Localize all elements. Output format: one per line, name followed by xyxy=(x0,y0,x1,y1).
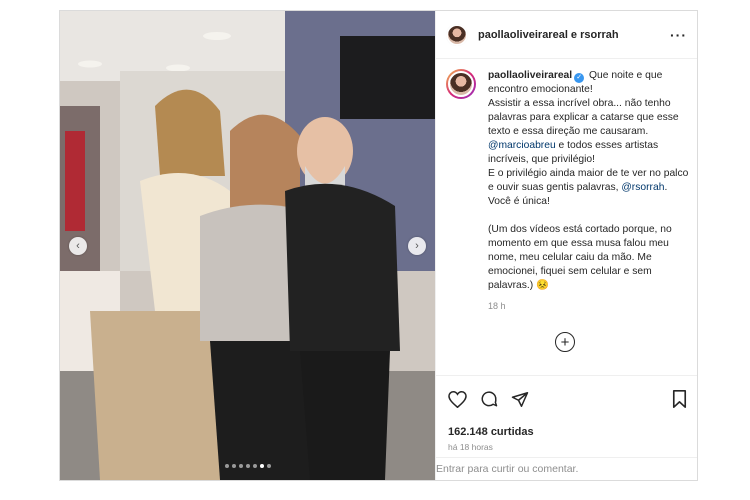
heart-icon[interactable] xyxy=(448,390,467,408)
caption-username[interactable]: paollaoliveirareal xyxy=(488,70,572,81)
comment-icon[interactable] xyxy=(480,390,498,408)
caption-text: paollaoliveirareal ✓ Que noite e que enco… xyxy=(488,69,689,313)
carousel-next-button[interactable]: › xyxy=(408,237,426,255)
carousel-dot xyxy=(238,464,243,468)
login-prompt-text: para curtir ou comentar. xyxy=(464,463,579,475)
carousel-dot xyxy=(252,464,257,468)
login-prompt: Entrar para curtir ou comentar. xyxy=(436,457,697,480)
caption-avatar[interactable] xyxy=(446,69,476,99)
chevron-left-icon: ‹ xyxy=(76,240,80,252)
carousel-dot xyxy=(259,464,264,468)
carousel-dot xyxy=(224,464,229,468)
post-photo[interactable]: ‹ › xyxy=(60,11,435,480)
caption: paollaoliveirareal ✓ Que noite e que enco… xyxy=(446,69,689,313)
caption-paragraph-2: (Um dos vídeos está cortado porque, no m… xyxy=(488,224,672,291)
plus-circle-icon[interactable]: + xyxy=(555,332,575,352)
more-options-icon[interactable]: ··· xyxy=(670,27,687,43)
post-header: paollaoliveirareal e rsorrah ··· xyxy=(436,11,697,59)
bookmark-icon[interactable] xyxy=(672,390,687,408)
like-count[interactable]: 162.148 curtidas xyxy=(448,426,697,438)
mention-rsorrah[interactable]: @rsorrah xyxy=(621,182,664,193)
caption-time[interactable]: 18 h xyxy=(488,299,689,313)
carousel-prev-button[interactable]: ‹ xyxy=(69,237,87,255)
carousel-dots xyxy=(60,464,435,468)
carousel-dot xyxy=(245,464,250,468)
caption-line-2a: Assistir a essa incrível obra... não ten… xyxy=(488,98,679,137)
action-icons xyxy=(436,376,697,412)
avatar[interactable] xyxy=(446,23,468,46)
photo-illustration xyxy=(60,11,435,480)
carousel-dot xyxy=(231,464,236,468)
login-link[interactable]: Entrar xyxy=(436,463,465,475)
share-icon[interactable] xyxy=(511,391,529,408)
post-age: há 18 horas xyxy=(448,442,493,452)
mention-marcioabreu[interactable]: @marcioabreu xyxy=(488,140,556,151)
post-sidebar: paollaoliveirareal e rsorrah ··· paollao… xyxy=(435,11,697,480)
chevron-right-icon: › xyxy=(415,240,419,252)
carousel-dot xyxy=(266,464,271,468)
instagram-post: ‹ › paollaoliveirareal e rsorrah ··· pao… xyxy=(59,10,698,481)
verified-badge-icon: ✓ xyxy=(574,73,585,83)
header-usernames[interactable]: paollaoliveirareal e rsorrah xyxy=(478,29,670,41)
